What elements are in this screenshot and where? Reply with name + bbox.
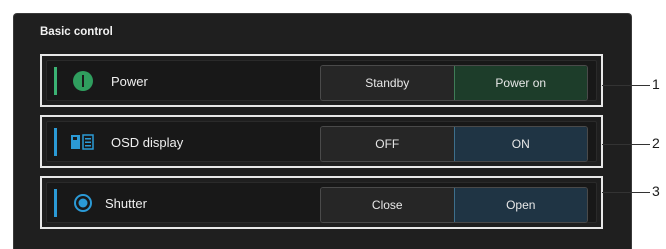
callout-line-3 (602, 192, 650, 193)
osd-on-button[interactable]: ON (453, 127, 587, 161)
shutter-row-inner: Shutter Close Open (46, 182, 597, 223)
callout-number-2: 2 (652, 135, 660, 151)
shutter-close-button[interactable]: Close (321, 188, 454, 222)
osd-accent-bar (54, 128, 57, 156)
shutter-button-group: Close Open (320, 187, 588, 223)
osd-label: OSD display (111, 135, 184, 150)
power-icon (71, 69, 95, 93)
osd-button-group: OFF ON (320, 126, 588, 162)
panel-title: Basic control (40, 26, 113, 38)
basic-control-panel: Basic control Power Standby Power on OSD… (13, 13, 632, 249)
power-on-button[interactable]: Power on (453, 66, 587, 100)
power-row-inner: Power Standby Power on (46, 60, 597, 101)
power-accent-bar (54, 67, 57, 95)
shutter-icon (71, 191, 95, 215)
standby-button[interactable]: Standby (321, 66, 454, 100)
osd-row-inner: OSD display OFF ON (46, 121, 597, 162)
shutter-open-button[interactable]: Open (453, 188, 587, 222)
power-label: Power (111, 74, 148, 89)
osd-row: OSD display OFF ON (40, 115, 603, 168)
callout-line-2 (602, 144, 650, 145)
osd-off-button[interactable]: OFF (321, 127, 454, 161)
shutter-row: Shutter Close Open (40, 176, 603, 229)
power-row: Power Standby Power on (40, 54, 603, 107)
shutter-accent-bar (54, 189, 57, 217)
callout-number-3: 3 (652, 183, 660, 199)
shutter-label: Shutter (105, 196, 147, 211)
power-button-group: Standby Power on (320, 65, 588, 101)
osd-icon (71, 130, 95, 154)
callout-number-1: 1 (652, 76, 660, 92)
callout-line-1 (602, 85, 650, 86)
